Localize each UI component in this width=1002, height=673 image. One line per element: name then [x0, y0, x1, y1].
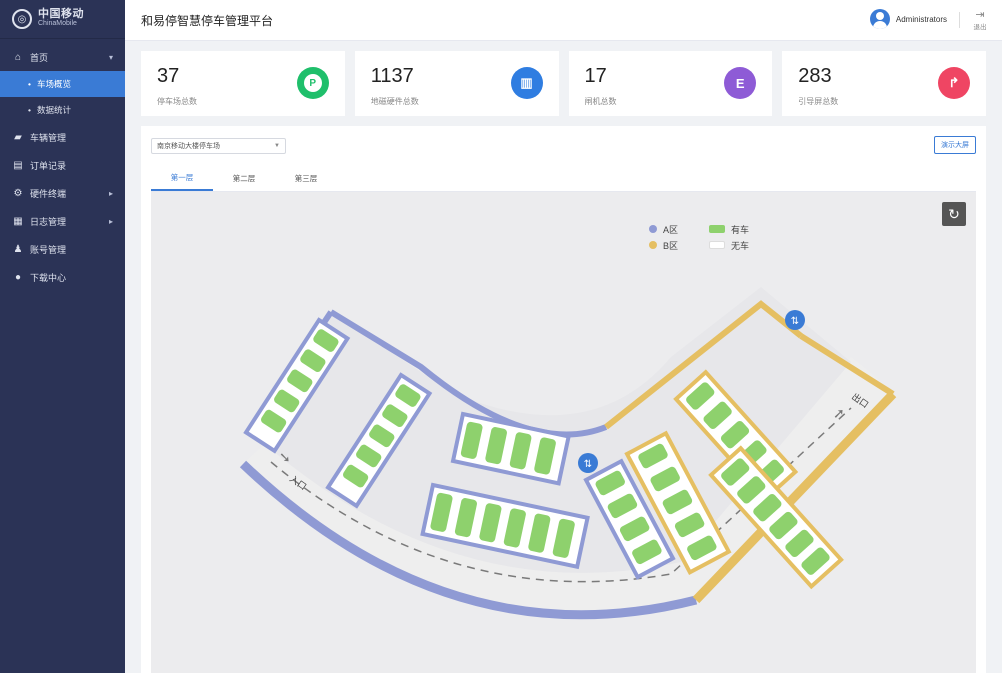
tab-floor-3[interactable]: 第三层: [275, 166, 337, 191]
zone-a-swatch: [649, 225, 657, 233]
download-icon: ●: [14, 271, 22, 283]
user-menu[interactable]: Administrators: [869, 9, 947, 29]
avatar[interactable]: [869, 9, 890, 29]
svg-text:⇅: ⇅: [584, 459, 592, 470]
stat-value: 37: [157, 65, 180, 87]
car-icon: ▰: [14, 131, 22, 143]
tab-floor-1[interactable]: 第一层: [151, 166, 213, 191]
chevron-right-icon: ▸: [108, 188, 113, 198]
gear-icon: ⚙: [13, 187, 23, 199]
stat-value: 17: [584, 65, 607, 87]
sidebar-item-label: 日志管理: [30, 216, 67, 227]
sidebar-item-label: 账号管理: [30, 244, 67, 255]
sidebar-item-orders[interactable]: ▤ 订单记录: [0, 151, 125, 179]
entrance-arrow-icon: ➘: [279, 450, 291, 466]
sidebar-item-label: 订单记录: [30, 160, 67, 171]
sensor-icon: ▥: [510, 67, 543, 99]
parking-lot-select[interactable]: 南京移动大楼停车场 ▼: [151, 138, 286, 154]
stat-card-sensors: 1137 地磁硬件总数 ▥: [354, 51, 559, 116]
user-icon: ♟: [13, 243, 23, 255]
app: ◎ 中国移动 ChinaMobile ⌂ 首页 ▾ • 车场概览 • 数据统计 …: [0, 0, 1002, 673]
logo: ◎ 中国移动 ChinaMobile: [0, 0, 125, 39]
legend-empty: 无车: [731, 240, 750, 251]
user-name[interactable]: Administrators: [896, 15, 947, 24]
sidebar-subitem-label: 数据统计: [36, 105, 71, 115]
stat-value: 283: [798, 65, 832, 87]
tab-floor-2[interactable]: 第二层: [213, 166, 275, 191]
parking-map-svg: ⇅ ⇅ ➘ 入口 ➚ 出口: [239, 287, 897, 620]
exit-arrow-icon: ➚: [833, 406, 845, 422]
stat-label: 引导屏总数: [798, 97, 839, 106]
refresh-icon: ↻: [948, 205, 960, 222]
guide-marker-icon[interactable]: ⇅: [578, 453, 598, 473]
home-icon: ⌂: [14, 51, 22, 63]
stat-card-gates: 17 闸机总数 E: [568, 51, 773, 116]
gate-icon: E: [724, 67, 757, 99]
log-icon: ▦: [13, 215, 23, 227]
sidebar: ◎ 中国移动 ChinaMobile ⌂ 首页 ▾ • 车场概览 • 数据统计 …: [0, 0, 125, 673]
china-mobile-logo-icon: ◎: [12, 9, 32, 29]
zone-b-swatch: [649, 241, 657, 249]
chevron-down-icon: ▾: [108, 52, 113, 62]
svg-text:⇅: ⇅: [791, 316, 799, 327]
legend-zone-a: A区: [663, 224, 679, 235]
stat-card-guide-screens: 283 引导屏总数 ↱: [782, 51, 986, 116]
chevron-right-icon: ▸: [108, 216, 113, 226]
occupied-swatch: [709, 225, 725, 233]
parking-map: ⇅ ⇅ ➘ 入口 ➚ 出口 A区 有车 B区 无车 ↻: [151, 192, 976, 673]
legend-occupied: 有车: [731, 224, 750, 235]
logout-icon: ⇥: [975, 9, 985, 21]
map-panel: 南京移动大楼停车场 ▼ 演示大屏 第一层 第二层 第三层 ⇅ ⇅ ➘ 入口 ➚ …: [141, 126, 986, 673]
chevron-down-icon: ▼: [274, 143, 280, 149]
sidebar-item-home[interactable]: ⌂ 首页 ▾: [0, 43, 125, 71]
sidebar-subitem-statistics[interactable]: • 数据统计: [0, 97, 125, 123]
map-legend: A区 有车 B区 无车: [649, 221, 769, 253]
logout-label: 退出: [973, 24, 987, 31]
sidebar-item-label: 硬件终端: [30, 188, 67, 199]
stat-label: 停车场总数: [157, 97, 197, 106]
document-icon: ▤: [13, 159, 23, 171]
logout-button[interactable]: ⇥ 退出: [968, 8, 992, 31]
stats-row: 37 停车场总数 P 1137 地磁硬件总数 ▥ 17 闸机总数 E 283 引…: [141, 51, 986, 116]
sidebar-item-logs[interactable]: ▦ 日志管理 ▸: [0, 207, 125, 235]
legend-zone-b: B区: [663, 240, 679, 251]
sidebar-item-vehicles[interactable]: ▰ 车辆管理: [0, 123, 125, 151]
divider: [959, 12, 960, 28]
sidebar-item-label: 车辆管理: [30, 132, 67, 143]
sidebar-subitem-lot-overview[interactable]: • 车场概览: [0, 71, 125, 97]
select-value: 南京移动大楼停车场: [157, 143, 220, 150]
parking-icon: P: [296, 67, 329, 99]
stat-label: 闸机总数: [584, 97, 617, 106]
sidebar-subitem-label: 车场概览: [36, 79, 71, 89]
floor-tabs: 第一层 第二层 第三层: [151, 166, 976, 192]
logo-en: ChinaMobile: [38, 20, 77, 27]
sidebar-item-accounts[interactable]: ♟ 账号管理: [0, 235, 125, 263]
guide-marker-icon[interactable]: ⇅: [785, 310, 805, 330]
refresh-button[interactable]: ↻: [942, 202, 966, 226]
page-title: 和易停智慧停车管理平台: [141, 14, 274, 28]
empty-swatch: [709, 241, 725, 249]
sidebar-item-label: 首页: [30, 52, 49, 63]
stat-value: 1137: [370, 65, 414, 87]
stat-label: 地磁硬件总数: [370, 97, 419, 106]
sidebar-item-downloads[interactable]: ● 下载中心: [0, 263, 125, 291]
main-content: 37 停车场总数 P 1137 地磁硬件总数 ▥ 17 闸机总数 E 283 引…: [125, 41, 1002, 673]
guide-screen-icon: ↱: [938, 67, 970, 99]
sidebar-item-label: 下载中心: [30, 272, 67, 283]
header: 和易停智慧停车管理平台 Administrators ⇥ 退出: [125, 0, 1002, 41]
stat-card-parking-lots: 37 停车场总数 P: [141, 51, 345, 116]
sidebar-item-hardware[interactable]: ⚙ 硬件终端 ▸: [0, 179, 125, 207]
sidebar-menu: ⌂ 首页 ▾ • 车场概览 • 数据统计 ▰ 车辆管理 ▤ 订单记录 ⚙ 硬件终…: [0, 39, 125, 291]
logo-cn: 中国移动: [38, 8, 84, 20]
demo-screen-button[interactable]: 演示大屏: [934, 136, 976, 154]
